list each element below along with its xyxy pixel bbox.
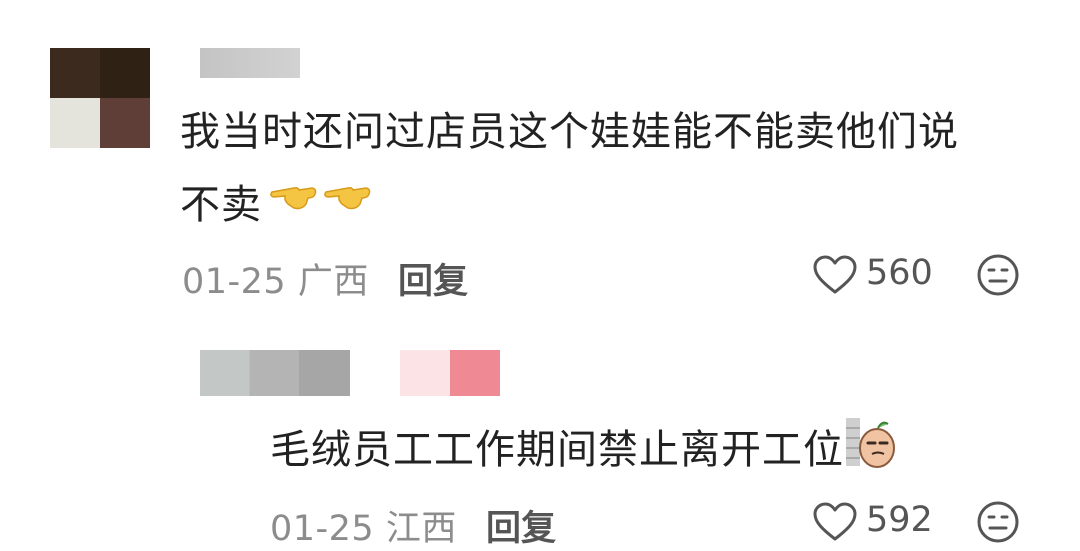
heart-icon [813, 255, 857, 294]
backhand-index-pointing-left-icon [322, 176, 372, 234]
avatar-tile [100, 98, 150, 148]
comment-location: 广西 [297, 262, 369, 302]
comment-text-line-2: 不卖 [180, 176, 372, 234]
comment-meta: 01-25 广西 [182, 253, 369, 304]
comment-date: 01-25 [182, 262, 287, 302]
comment-text-line-2-label: 不卖 [180, 182, 262, 228]
reply-location: 江西 [385, 509, 457, 549]
reply-to-username-blurred[interactable] [400, 350, 500, 396]
backhand-index-pointing-left-icon [268, 176, 318, 234]
comment-text-line-1: 我当时还问过店员这个娃娃能不能卖他们说 [180, 109, 959, 155]
avatar-tile [50, 98, 100, 148]
reply-date: 01-25 [270, 509, 375, 549]
reply-meta: 01-25 江西 [270, 500, 457, 551]
avatar-tile [100, 48, 150, 98]
reply-text: 毛绒员工工作期间禁止离开工位 [270, 416, 898, 484]
potato-peeking-sticker-icon [846, 416, 898, 484]
reply-like-count: 592 [866, 500, 933, 540]
reply-button[interactable]: 回复 [398, 253, 468, 304]
avatar-tile [50, 48, 100, 98]
neutral-face-icon [977, 501, 1019, 543]
reply-reply-button[interactable]: 回复 [486, 500, 556, 551]
reply-text-label: 毛绒员工工作期间禁止离开工位 [270, 427, 844, 473]
reply-dislike-button[interactable] [976, 500, 1020, 548]
reply-like-button[interactable] [812, 501, 858, 547]
heart-icon [813, 502, 857, 541]
neutral-face-icon [977, 254, 1019, 296]
like-count: 560 [866, 253, 933, 293]
username-blurred[interactable] [200, 48, 300, 78]
avatar[interactable] [50, 48, 150, 148]
dislike-button[interactable] [976, 253, 1020, 301]
reply-username-blurred[interactable] [200, 350, 350, 396]
like-button[interactable] [812, 254, 858, 300]
